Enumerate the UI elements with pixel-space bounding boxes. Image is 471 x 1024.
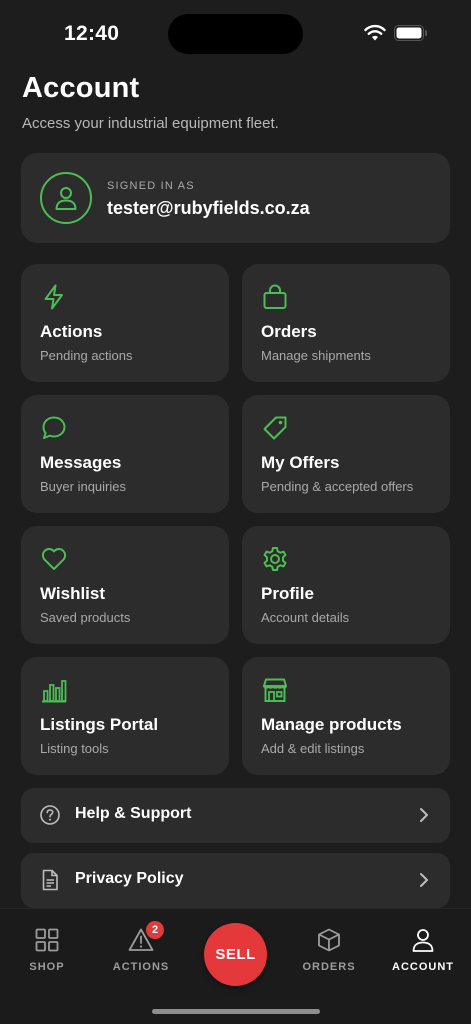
tab-label: ACTIONS <box>112 961 170 973</box>
page-title: Account <box>22 72 140 104</box>
status-time: 12:40 <box>64 22 120 45</box>
tab-orders[interactable]: ORDERS <box>284 927 374 987</box>
chevron-right-icon <box>420 808 428 822</box>
document-icon <box>42 869 58 891</box>
tile-messages[interactable]: Messages Buyer inquiries <box>21 395 229 513</box>
tile-title: Listings Portal <box>40 715 159 734</box>
tab-label: ACCOUNT <box>392 961 454 973</box>
tab-actions[interactable]: 2 ACTIONS <box>96 921 186 987</box>
home-indicator <box>152 1009 320 1014</box>
page-header: Account Access your industrial equipment… <box>22 72 279 132</box>
signed-in-email: tester@rubyfields.co.za <box>107 198 310 218</box>
lightning-icon <box>44 284 63 310</box>
tile-title: Actions <box>40 322 103 341</box>
heart-icon <box>41 548 67 570</box>
signed-in-card: SIGNED IN AS tester@rubyfields.co.za <box>21 153 450 243</box>
tab-shop[interactable]: SHOP <box>2 927 92 987</box>
help-circle-icon <box>40 805 60 825</box>
battery-icon <box>394 25 427 41</box>
person-icon <box>412 929 434 952</box>
page-subtitle: Access your industrial equipment fleet. <box>22 115 279 132</box>
tile-subtitle: Listing tools <box>40 741 109 756</box>
tab-account[interactable]: ACCOUNT <box>378 927 468 987</box>
tile-subtitle: Pending actions <box>40 348 133 363</box>
tile-title: Orders <box>261 322 317 341</box>
tab-label: SHOP <box>29 961 65 973</box>
storefront-icon <box>263 678 287 702</box>
tile-orders[interactable]: Orders Manage shipments <box>242 264 450 382</box>
tile-title: Wishlist <box>40 584 106 603</box>
gear-icon <box>263 547 287 571</box>
box-icon <box>318 928 340 952</box>
status-bar: 12:40 <box>0 0 471 62</box>
tile-subtitle: Manage shipments <box>261 348 371 363</box>
signed-in-label: SIGNED IN AS <box>107 180 195 192</box>
sell-button[interactable]: SELL <box>204 923 267 986</box>
dynamic-island <box>168 14 303 54</box>
actions-badge: 2 <box>146 921 164 939</box>
tile-subtitle: Account details <box>261 610 350 625</box>
tile-title: Profile <box>261 584 314 603</box>
tile-subtitle: Buyer inquiries <box>40 479 126 494</box>
row-label: Privacy Policy <box>75 870 184 887</box>
tab-label: ORDERS <box>302 961 356 973</box>
tile-subtitle: Add & edit listings <box>261 741 365 756</box>
tile-manage-products[interactable]: Manage products Add & edit listings <box>242 657 450 775</box>
tag-icon <box>263 416 287 440</box>
chevron-right-icon <box>420 873 428 887</box>
user-icon <box>55 187 77 210</box>
grid-icon <box>35 928 59 952</box>
tile-listings-portal[interactable]: Listings Portal Listing tools <box>21 657 229 775</box>
tile-title: My Offers <box>261 453 340 472</box>
tile-title: Manage products <box>261 715 402 734</box>
row-label: Help & Support <box>75 805 192 822</box>
wifi-icon <box>364 24 386 41</box>
tab-bar: SHOP 2 ACTIONS SELL ORDERS ACCOUNT <box>0 908 471 1024</box>
privacy-policy-link[interactable]: Privacy Policy <box>21 853 450 908</box>
bar-chart-icon <box>42 680 67 703</box>
tile-actions[interactable]: Actions Pending actions <box>21 264 229 382</box>
tile-title: Messages <box>40 453 122 472</box>
tile-subtitle: Saved products <box>40 610 131 625</box>
tile-my-offers[interactable]: My Offers Pending & accepted offers <box>242 395 450 513</box>
tile-wishlist[interactable]: Wishlist Saved products <box>21 526 229 644</box>
avatar <box>40 172 92 224</box>
tile-profile[interactable]: Profile Account details <box>242 526 450 644</box>
help-support-link[interactable]: Help & Support <box>21 788 450 843</box>
tile-subtitle: Pending & accepted offers <box>261 479 414 494</box>
chat-bubble-icon <box>42 416 66 439</box>
shopping-bag-icon <box>263 284 287 309</box>
